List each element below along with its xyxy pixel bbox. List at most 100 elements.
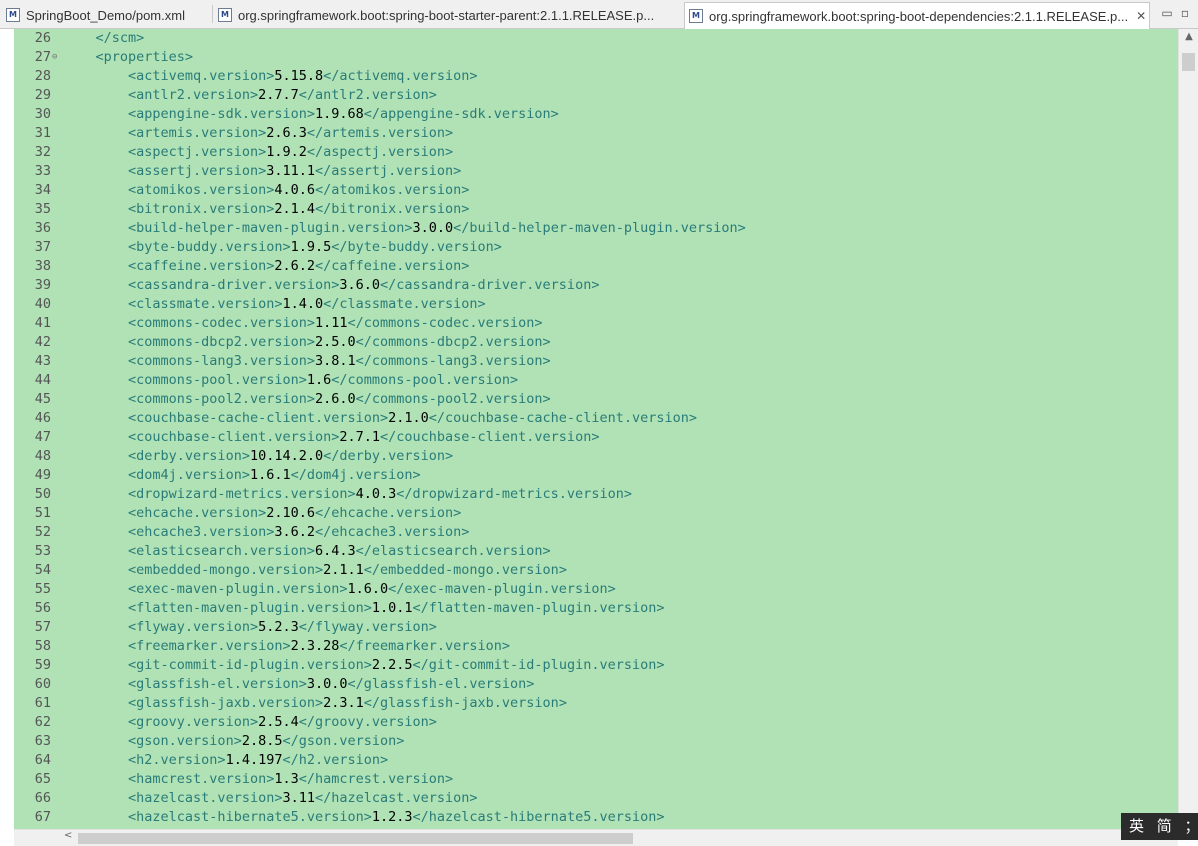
xml-open-tag: <assertj.version> [128,163,267,179]
xml-open-tag: <cassandra-driver.version> [128,277,340,293]
code-line: 50 <dropwizard-metrics.version>4.0.3</dr… [14,485,1178,504]
xml-value: 1.11 [314,315,348,331]
code-line: 67 <hazelcast-hibernate5.version>1.2.3</… [14,808,1178,827]
xml-value: 5.2.3 [258,619,299,635]
xml-close-tag: </dom4j.version> [290,467,421,483]
code-line: 28 <activemq.version>5.15.8</activemq.ve… [14,67,1178,86]
code-text: <properties> [63,48,194,67]
xml-value: 10.14.2.0 [249,448,324,464]
code-text: <commons-pool.version>1.6</commons-pool.… [63,371,518,390]
line-number: 38 [34,258,51,274]
line-number: 60 [34,676,51,692]
xml-value: 2.6.3 [266,125,307,141]
xml-open-tag: <artemis.version> [128,125,267,141]
xml-close-tag: </activemq.version> [323,68,478,84]
code-line: 59 <git-commit-id-plugin.version>2.2.5</… [14,656,1178,675]
tab-springboot-demo-pom[interactable]: M SpringBoot_Demo/pom.xml [2,3,208,27]
scroll-left-arrow-icon[interactable]: < [64,830,72,841]
code-line: 29 <antlr2.version>2.7.7</antlr2.version… [14,86,1178,105]
line-number: 57 [34,619,51,635]
code-line: 52 <ehcache3.version>3.6.2</ehcache3.ver… [14,523,1178,542]
code-text: <derby.version>10.14.2.0</derby.version> [63,447,453,466]
line-number: 56 [34,600,51,616]
line-number: 49 [34,467,51,483]
horizontal-scroll-thumb[interactable] [78,833,633,844]
xml-open-tag: <elasticsearch.version> [128,543,315,559]
code-line: 44 <commons-pool.version>1.6</commons-po… [14,371,1178,390]
code-text: <ehcache.version>2.10.6</ehcache.version… [63,504,461,523]
line-number: 35 [34,201,51,217]
code-text: <dom4j.version>1.6.1</dom4j.version> [63,466,421,485]
xml-open-tag: <bitronix.version> [128,201,275,217]
code-line: 48 <derby.version>10.14.2.0</derby.versi… [14,447,1178,466]
xml-close-tag: </caffeine.version> [314,258,470,274]
code-line: 34 <atomikos.version>4.0.6</atomikos.ver… [14,181,1178,200]
xml-close-tag: </assertj.version> [314,163,462,179]
code-line: 56 <flatten-maven-plugin.version>1.0.1</… [14,599,1178,618]
line-number: 26 [34,30,51,46]
code-line: 41 <commons-codec.version>1.11</commons-… [14,314,1178,333]
code-text: <commons-codec.version>1.11</commons-cod… [63,314,543,333]
line-number: 59 [34,657,51,673]
xml-open-tag: <freemarker.version> [128,638,291,654]
xml-close-tag: </commons-codec.version> [347,315,543,331]
code-line: 60 <glassfish-el.version>3.0.0</glassfis… [14,675,1178,694]
minimize-icon[interactable]: ▭ [1160,6,1174,20]
line-number: 42 [34,334,51,350]
xml-value: 2.6.2 [274,258,315,274]
xml-value: 3.0.0 [306,676,348,692]
tab-dependencies-pom[interactable]: M org.springframework.boot:spring-boot-d… [684,2,1150,29]
xml-open-tag: <embedded-mongo.version> [128,562,324,578]
xml-source-editor[interactable]: 26 </scm> 27 ⊖ <properties> 28 <activemq.ve… [0,29,1198,829]
line-number: 53 [34,543,51,559]
xml-value: 1.4.197 [225,752,283,768]
code-text: <freemarker.version>2.3.28</freemarker.v… [63,637,510,656]
line-number: 34 [34,182,51,198]
code-text: <activemq.version>5.15.8</activemq.versi… [63,67,478,86]
xml-close-tag: </hazelcast-hibernate5.version> [412,809,665,825]
xml-close-tag: </appengine-sdk.version> [363,106,559,122]
code-text: <exec-maven-plugin.version>1.6.0</exec-m… [63,580,616,599]
code-line: 36 <build-helper-maven-plugin.version>3.… [14,219,1178,238]
vertical-scrollbar[interactable]: ▲ [1178,29,1198,829]
xml-open-tag: <hazelcast.version> [128,790,283,806]
xml-open-tag: <properties> [95,49,194,65]
code-text: <dropwizard-metrics.version>4.0.3</dropw… [63,485,632,504]
scroll-up-arrow-icon[interactable]: ▲ [1179,31,1198,42]
vertical-scroll-thumb[interactable] [1182,53,1195,71]
line-number: 46 [34,410,51,426]
xml-open-tag: <git-commit-id-plugin.version> [128,657,372,673]
code-text: <hazelcast-hibernate5.version>1.2.3</haz… [63,808,664,827]
horizontal-scrollbar[interactable]: < > [14,829,1178,846]
xml-open-tag: <ehcache.version> [128,505,267,521]
maximize-icon[interactable]: ▫ [1178,6,1192,20]
fold-toggle-icon[interactable]: ⊖ [52,48,57,67]
xml-close-tag: </freemarker.version> [339,638,511,654]
code-text: <build-helper-maven-plugin.version>3.0.0… [63,219,746,238]
close-tab-icon[interactable]: ✕ [1136,9,1146,23]
code-text: <commons-dbcp2.version>2.5.0</commons-db… [63,333,551,352]
tab-label: org.springframework.boot:spring-boot-dep… [709,8,1129,24]
xml-open-tag: <commons-lang3.version> [128,353,315,369]
xml-close-tag: </flyway.version> [298,619,437,635]
maven-file-icon: M [218,8,232,22]
xml-open-tag: <commons-pool.version> [128,372,307,388]
xml-value: 4.0.3 [355,486,397,502]
xml-close-tag: </ehcache.version> [314,505,462,521]
ime-status-indicator[interactable]: 英 简 ； [1121,813,1198,840]
code-line: 43 <commons-lang3.version>3.8.1</commons… [14,352,1178,371]
code-line: 35 <bitronix.version>2.1.4</bitronix.ver… [14,200,1178,219]
code-line: 61 <glassfish-jaxb.version>2.3.1</glassf… [14,694,1178,713]
line-number: 66 [34,790,51,806]
xml-open-tag: <exec-maven-plugin.version> [128,581,348,597]
tab-starter-parent-pom[interactable]: M org.springframework.boot:spring-boot-s… [214,3,680,27]
code-text: <byte-buddy.version>1.9.5</byte-buddy.ve… [63,238,502,257]
xml-value: 3.6.2 [274,524,315,540]
